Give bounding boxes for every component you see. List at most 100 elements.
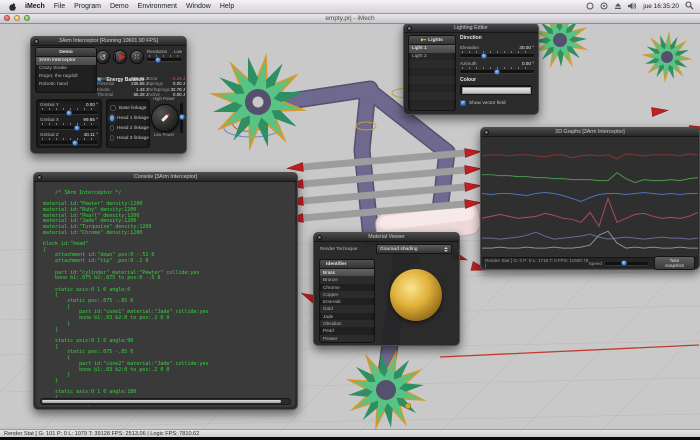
gimbal-box: Gimbal Y0.00 ° Gimbal X99.85 ° Gimbal Z40.… <box>40 102 98 144</box>
reset-button[interactable]: ↺ <box>96 50 110 64</box>
material-list-item[interactable]: Jade <box>320 313 374 320</box>
graphs-speed-thumb[interactable] <box>621 260 627 266</box>
demo-list-item[interactable]: Crazy Snake <box>36 65 96 73</box>
gear-icon[interactable] <box>484 130 489 135</box>
material-list-item[interactable]: Pewter <box>320 335 374 342</box>
power-high-label: High Power <box>149 96 179 101</box>
power-dial[interactable] <box>151 104 179 132</box>
colour-swatch <box>462 87 531 94</box>
lighting-editor-title-bar[interactable]: Lighting Editor <box>404 24 538 33</box>
demo-list-item[interactable]: Roger, the ragdoll <box>36 73 96 81</box>
menu-item-window[interactable]: Window <box>186 3 211 10</box>
power-low-label: Low Power <box>149 132 179 137</box>
gear-icon[interactable] <box>37 175 42 180</box>
material-preview-sphere <box>390 269 442 321</box>
material-list-item[interactable]: Copper <box>320 291 374 298</box>
gimbal-control[interactable]: Gimbal X99.85 ° <box>40 117 98 129</box>
material-list-item[interactable]: Emerald <box>320 298 374 305</box>
resolution-slider-thumb[interactable] <box>155 57 161 63</box>
spotlight-icon[interactable] <box>685 1 694 12</box>
graph-series-darkred <box>482 154 698 159</box>
graphs-plot-area[interactable] <box>482 137 698 257</box>
graph-series-purple <box>482 232 698 239</box>
menu-item-help[interactable]: Help <box>220 3 234 10</box>
light-list-item[interactable]: Light 1 <box>409 45 455 53</box>
take-snapshot-button[interactable]: Take snapshot <box>654 256 695 270</box>
power-slider-thumb[interactable] <box>179 114 185 120</box>
status-circle-icon[interactable] <box>586 2 594 12</box>
render-stat-text: Render Stat [ G: 101 P: 0 L: 1079 T: 391… <box>4 431 199 437</box>
direction-slider[interactable]: Azimuth0.00 ° <box>460 61 534 73</box>
slider-ticks <box>149 55 180 57</box>
linkage-radio[interactable]: Head 3 linkage <box>110 133 149 143</box>
material-list-item[interactable]: Pearl <box>320 327 374 334</box>
gimbal-control[interactable]: Gimbal Z40.11 ° <box>40 132 98 144</box>
render-technique-value: Gouraud shading <box>380 247 418 252</box>
graphs-title: 2D Graphs [3Arm Interceptor] <box>555 129 624 135</box>
gear-icon[interactable] <box>34 39 39 44</box>
status-target-icon[interactable] <box>600 2 608 12</box>
direction-slider[interactable]: Elevation30.00 ° <box>460 45 534 57</box>
graphs-plot <box>482 137 698 256</box>
render-technique-label: Render Technique: <box>320 246 358 251</box>
view-mode-button[interactable]: ∷ <box>130 50 144 64</box>
resolution-label: Resolution <box>147 49 167 54</box>
menu-items: iMech File Program Demo Environment Window Hel… <box>25 3 234 10</box>
demo-list-item[interactable]: Robotic hand <box>36 81 96 89</box>
material-viewer-title-bar[interactable]: Material Viewer <box>314 233 459 242</box>
console-h-scrollbar[interactable] <box>40 398 291 405</box>
demo-panel-title-bar[interactable]: 3Arm Interceptor [Running 10601.90 FPS] <box>31 37 186 46</box>
lighting-editor-panel: Lighting Editor Lights Light 1Light 2 Di… <box>403 23 539 115</box>
console-body[interactable]: /* 3Arm Interceptor */ material id:"Pewt… <box>36 182 295 407</box>
apple-icon[interactable] <box>6 2 18 12</box>
lights-header: Lights <box>428 38 443 43</box>
resolution-low-label: Low <box>174 49 182 54</box>
console-title-bar[interactable]: Console [3Arm Interceptor] <box>34 173 297 182</box>
menu-item-imech[interactable]: iMech <box>25 3 45 10</box>
play-pause-button[interactable] <box>113 50 127 64</box>
gear-icon[interactable] <box>407 26 412 31</box>
material-list-item[interactable]: Brass <box>320 269 374 276</box>
volume-icon[interactable] <box>628 2 637 12</box>
colour-well[interactable] <box>460 85 532 95</box>
material-list-item[interactable]: Obsidian <box>320 320 374 327</box>
radio-icon <box>110 125 114 131</box>
power-slider[interactable] <box>180 103 183 133</box>
material-list-item[interactable]: Bronze <box>320 276 374 283</box>
eject-icon[interactable] <box>614 2 622 12</box>
vector-field-checkbox[interactable]: ✓ <box>460 100 466 106</box>
menu-item-program[interactable]: Program <box>74 3 101 10</box>
grid-icon: ∷ <box>135 53 139 61</box>
material-list: BrassBronzeChromeCopperEmeraldGoldJadeOb… <box>320 269 374 342</box>
render-technique-dropdown[interactable]: Gouraud shading <box>376 244 452 254</box>
lighting-editor-title: Lighting Editor <box>454 25 488 31</box>
menu-item-environment[interactable]: Environment <box>138 3 177 10</box>
graphs-speed-slider[interactable] <box>605 262 648 265</box>
demo-list-item[interactable]: 3Arm Interceptor <box>36 57 96 65</box>
menu-bar: iMech File Program Demo Environment Window Hel… <box>0 0 700 14</box>
light-list-item[interactable]: Light 2 <box>409 53 455 61</box>
graph-series-blue <box>482 193 698 202</box>
material-viewer-panel: Material Viewer Render Technique: Gourau… <box>313 232 460 346</box>
menu-status-area: jue 16:35:20 <box>586 1 694 12</box>
linkage-label: Head 3 linkage <box>117 136 149 141</box>
material-list-item[interactable]: Gold <box>320 305 374 312</box>
graphs-render-stat: Render Stat [ G: 0 P: 0 L: 1716 T: 0 FPS… <box>485 258 589 268</box>
menu-item-file[interactable]: File <box>54 3 65 10</box>
linkage-radio[interactable]: Head 2 linkage <box>110 123 149 133</box>
gimbal-control[interactable]: Gimbal Y0.00 ° <box>40 102 98 114</box>
material-list-item[interactable]: Chrome <box>320 284 374 291</box>
menu-clock[interactable]: jue 16:35:20 <box>643 3 679 10</box>
flashlight-icon <box>421 38 426 43</box>
linkage-radio[interactable]: Base linkage <box>110 103 149 113</box>
resolution-slider[interactable] <box>147 58 182 61</box>
radio-icon <box>110 115 114 121</box>
window-title-bar[interactable]: empty.prj - iMech <box>0 13 700 24</box>
graphs-title-bar[interactable]: 2D Graphs [3Arm Interceptor] <box>481 128 699 137</box>
console-h-scroll-thumb[interactable] <box>42 400 281 403</box>
linkage-radio[interactable]: Head 1 linkage <box>110 113 149 123</box>
menu-item-demo[interactable]: Demo <box>110 3 129 10</box>
gear-icon[interactable] <box>317 235 322 240</box>
identifier-header[interactable]: Identifier <box>326 262 347 267</box>
linkage-group: Base linkageHead 1 linkageHead 2 linkage… <box>110 103 149 143</box>
